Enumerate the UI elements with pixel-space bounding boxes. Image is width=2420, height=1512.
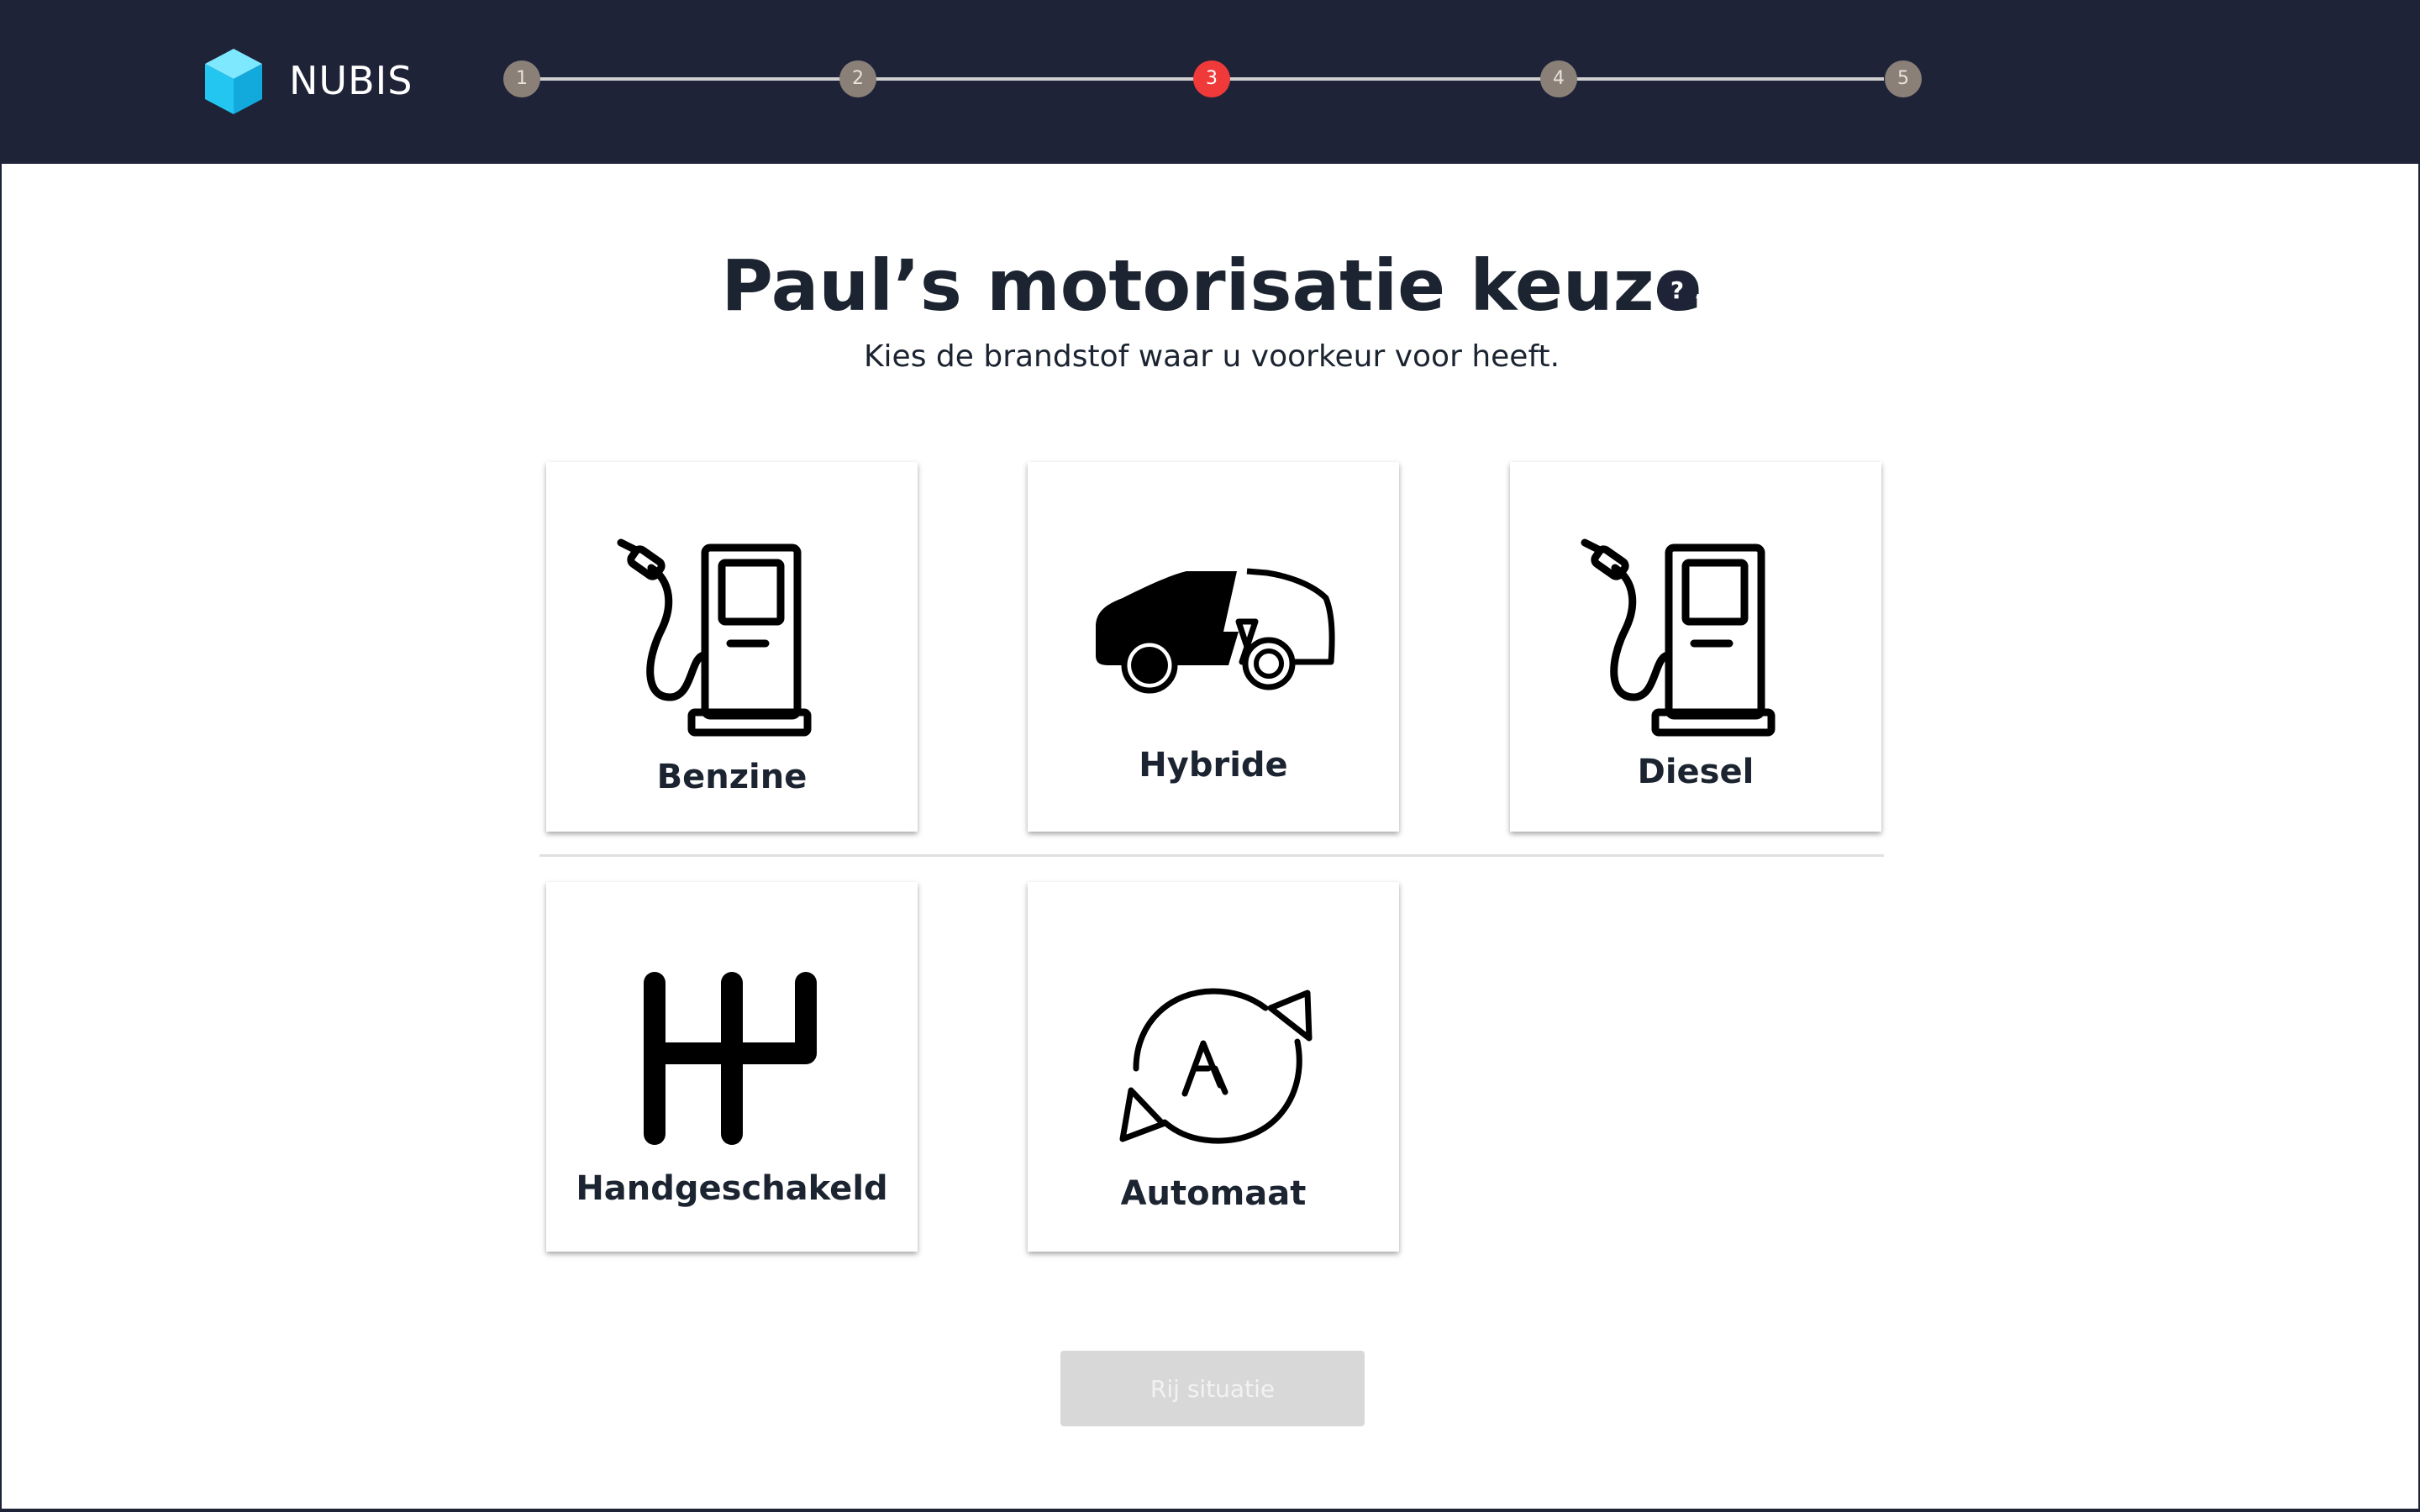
option-card-diesel[interactable]: Diesel xyxy=(1510,462,1881,832)
step-3-active[interactable]: 3 xyxy=(1193,60,1230,97)
option-card-benzine[interactable]: Benzine xyxy=(546,462,918,832)
option-card-automaat[interactable]: Automaat xyxy=(1028,882,1399,1252)
fuel-pump-icon xyxy=(1581,538,1776,737)
step-4[interactable]: 4 xyxy=(1540,60,1577,97)
option-label-handgeschakeld: Handgeschakeld xyxy=(576,1169,888,1208)
option-label-hybride: Hybride xyxy=(1139,746,1288,785)
next-button-rij-situatie[interactable]: Rij situatie xyxy=(1060,1351,1365,1426)
step-1[interactable]: 1 xyxy=(503,60,540,97)
step-2[interactable]: 2 xyxy=(839,60,876,97)
option-label-benzine: Benzine xyxy=(656,758,808,796)
step-5[interactable]: 5 xyxy=(1885,60,1922,97)
option-label-diesel: Diesel xyxy=(1637,753,1754,791)
page-subtitle: Kies de brandstof waar u voorkeur voor h… xyxy=(863,339,1560,374)
option-card-handgeschakeld[interactable]: Handgeschakeld xyxy=(546,882,918,1252)
hybrid-car-icon xyxy=(1096,568,1335,694)
page-title: Paul’s motorisatie keuze xyxy=(721,244,1702,327)
progress-stepper: 1 2 3 4 5 xyxy=(2,0,2420,164)
section-divider xyxy=(539,854,1884,857)
option-label-automaat: Automaat xyxy=(1120,1174,1307,1213)
manual-gearshift-icon xyxy=(644,972,817,1145)
help-icon[interactable]: ? xyxy=(1657,270,1697,311)
automatic-cycle-icon xyxy=(1119,988,1313,1144)
fuel-pump-icon xyxy=(617,538,812,737)
top-navigation-bar: NUBIS 1 2 3 4 5 xyxy=(2,0,2420,164)
option-card-hybride[interactable]: Hybride xyxy=(1028,462,1399,832)
